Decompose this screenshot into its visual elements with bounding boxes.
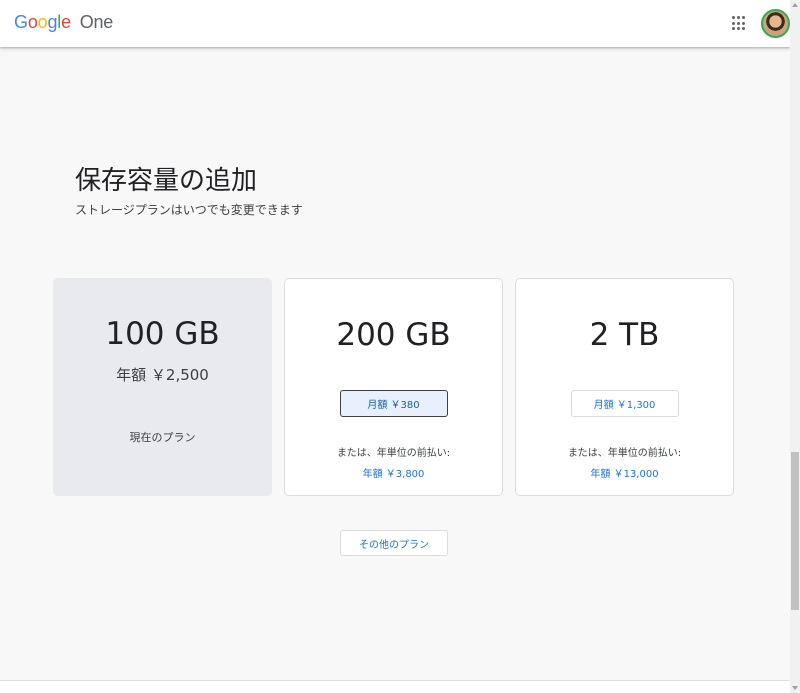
monthly-plan-button[interactable]: 月額 ￥380 (339, 390, 448, 417)
annual-plan-link[interactable]: 年額 ￥3,800 (285, 465, 502, 480)
current-plan-label: 現在のプラン (129, 431, 196, 444)
plan-size: 100 GB (105, 316, 220, 352)
footer-strip (0, 680, 790, 693)
plan-size: 2 TB (589, 317, 660, 353)
page-subtitle: ストレージプランはいつでも変更できます (75, 203, 303, 217)
monthly-plan-button[interactable]: 月額 ￥1,300 (570, 390, 679, 417)
google-one-logo[interactable]: Google One (14, 12, 113, 33)
other-plans-button[interactable]: その他のプラン (340, 530, 448, 556)
scrollbar-thumb[interactable] (791, 452, 799, 610)
annual-plan-link[interactable]: 年額 ￥13,000 (516, 465, 733, 480)
plan-card-2tb: 2 TB 月額 ￥1,300 または、年単位の前払い: 年額 ￥13,000 (515, 278, 734, 496)
prepay-text: または、年単位の前払い: (567, 448, 682, 459)
apps-grid-icon[interactable] (732, 16, 747, 31)
prepay-text: または、年単位の前払い: (336, 448, 451, 459)
plan-size: 200 GB (336, 317, 451, 353)
plan-card-200gb: 200 GB 月額 ￥380 または、年単位の前払い: 年額 ￥3,800 (284, 278, 503, 496)
vertical-scrollbar[interactable] (790, 0, 800, 693)
plan-annual-price: 年額 ￥2,500 (116, 366, 209, 384)
top-app-bar: Google One (0, 0, 790, 47)
account-avatar[interactable] (761, 9, 790, 38)
logo-google-wordmark: Google (14, 12, 71, 32)
logo-product-name: One (79, 12, 114, 32)
page-title: 保存容量の追加 (75, 166, 258, 196)
scroll-down-arrow-icon[interactable] (792, 686, 798, 690)
plan-card-100gb: 100 GB 年額 ￥2,500 現在のプラン (53, 278, 272, 496)
scroll-up-arrow-icon[interactable] (792, 3, 798, 7)
